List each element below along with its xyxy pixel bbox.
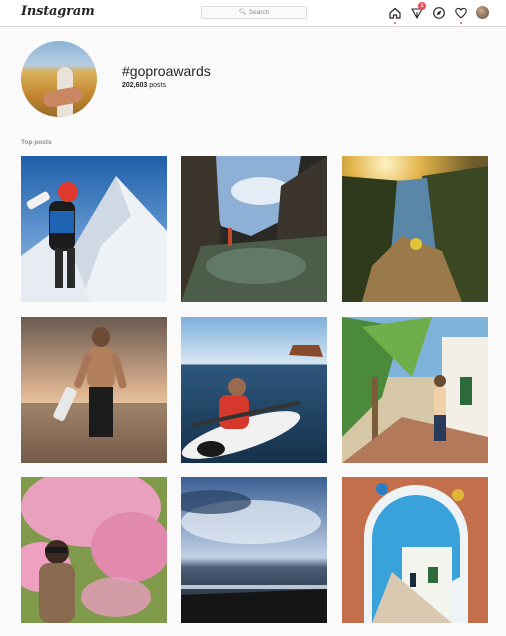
notification-badge: 1 <box>418 2 426 10</box>
home-button[interactable] <box>388 6 402 24</box>
post-count-number: 202,603 <box>122 82 148 89</box>
search-input[interactable]: 🔍︎ Search <box>201 6 307 19</box>
likes-indicator-dot <box>460 22 462 24</box>
instagram-logo[interactable]: Instagram <box>21 4 95 19</box>
home-indicator-dot <box>394 22 396 24</box>
post-image-4 <box>21 317 167 463</box>
search-icon: 🔍︎ <box>238 9 247 16</box>
heart-icon <box>455 7 467 19</box>
post-image-3 <box>342 156 488 302</box>
post-thumbnail-5[interactable] <box>181 317 327 463</box>
arm-shape <box>41 85 85 109</box>
post-thumbnail-6[interactable] <box>342 317 488 463</box>
search-placeholder: Search <box>248 9 270 16</box>
post-count-label: posts <box>149 82 166 89</box>
post-count: 202,603 posts <box>122 82 166 89</box>
explore-icon <box>433 7 445 19</box>
post-image-8 <box>181 477 327 623</box>
hashtag-title: #goproawards <box>122 63 211 79</box>
post-thumbnail-4[interactable] <box>21 317 167 463</box>
post-image-1 <box>21 156 167 302</box>
home-icon <box>389 7 401 19</box>
profile-avatar-button[interactable] <box>476 6 489 19</box>
post-image-7 <box>21 477 167 623</box>
post-thumbnail-9[interactable] <box>342 477 488 623</box>
post-image-6 <box>342 317 488 463</box>
post-image-9 <box>342 477 488 623</box>
top-bar: Instagram 🔍︎ Search 1 <box>0 0 506 27</box>
post-thumbnail-7[interactable] <box>21 477 167 623</box>
explore-button[interactable] <box>432 6 446 20</box>
post-thumbnail-2[interactable] <box>181 156 327 302</box>
likes-button[interactable] <box>454 6 468 24</box>
activity-button[interactable]: 1 <box>410 2 426 20</box>
post-thumbnail-3[interactable] <box>342 156 488 302</box>
post-thumbnail-1[interactable] <box>21 156 167 302</box>
post-image-5 <box>181 317 327 463</box>
post-image-2 <box>181 156 327 302</box>
hashtag-profile-image <box>21 41 97 117</box>
post-thumbnail-8[interactable] <box>181 477 327 623</box>
top-posts-heading: Top posts <box>21 139 52 146</box>
